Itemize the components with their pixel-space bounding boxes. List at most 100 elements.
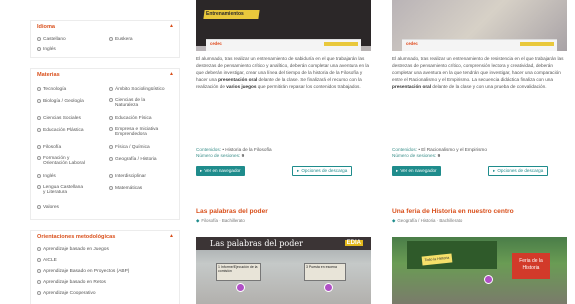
download-options-button[interactable]: ▸ Opciones de descarga <box>488 166 549 176</box>
cover-roof <box>407 241 497 269</box>
filter-option[interactable]: Tecnología <box>37 87 66 92</box>
resource-subject: ◆ Filosofía · Bachillerato <box>196 218 245 223</box>
radio-icon[interactable] <box>37 247 41 252</box>
radio-icon[interactable] <box>109 145 113 150</box>
radio-icon[interactable] <box>109 37 113 42</box>
chevron-right-icon: ▸ <box>297 168 300 173</box>
thumbnail-title: Entrenamientos <box>206 11 244 17</box>
thumbnail-footer: cedec <box>402 39 557 51</box>
radio-icon[interactable] <box>37 87 41 92</box>
filter-option[interactable]: Aprendizaje Basado en Proyectos (ABP) <box>37 269 129 274</box>
view-in-browser-button[interactable]: ▸ Ver en navegador <box>392 166 441 176</box>
filter-sidebar: Idioma ▲ Castellano Euskera Inglés Mater… <box>0 0 180 304</box>
step-marker-icon <box>236 283 245 292</box>
radio-icon[interactable] <box>109 157 113 162</box>
cover-panel: 1 Informe/Ejecución de la comisión <box>216 263 261 281</box>
filter-header-materias[interactable]: Materias ▲ <box>31 69 179 81</box>
filter-header-orientaciones[interactable]: Orientaciones metodológicas ▲ <box>31 231 179 243</box>
radio-icon[interactable] <box>37 156 41 161</box>
filter-option[interactable]: Física / Química <box>109 145 150 150</box>
filter-option[interactable]: Ciencias Sociales <box>37 116 81 121</box>
filter-option[interactable]: Lengua Castellana y Literatura <box>37 185 107 195</box>
filter-option[interactable]: Empresa e Iniciativa Emprendedora <box>109 127 169 137</box>
resource-title[interactable]: Una feria de Historia en nuestro centro <box>392 208 514 215</box>
cover-sign: Feria de la Historia <box>512 253 550 279</box>
thumbnail-yellow-tag <box>520 41 554 46</box>
filter-box-materias: Materias ▲ Tecnología Ámbito Sociolingüí… <box>30 68 180 220</box>
radio-icon[interactable] <box>109 127 113 132</box>
play-icon: ▸ <box>200 168 203 173</box>
radio-icon[interactable] <box>37 37 41 42</box>
filter-title-materias: Materias <box>37 72 60 78</box>
collapse-icon[interactable]: ▲ <box>169 233 174 239</box>
radio-icon[interactable] <box>37 291 41 296</box>
resource-card: Entrenamientos cedec El alumnado, tras r… <box>196 0 371 190</box>
step-marker-icon <box>324 283 333 292</box>
resource-card: Las palabras del poder ◆ Filosofía · Bach… <box>196 208 371 304</box>
filter-option[interactable]: Inglés <box>37 174 56 179</box>
filter-option[interactable]: Inglés <box>37 47 56 52</box>
radio-icon[interactable] <box>37 128 41 133</box>
radio-icon[interactable] <box>109 87 113 92</box>
filter-box-idioma: Idioma ▲ Castellano Euskera Inglés <box>30 20 180 58</box>
radio-icon[interactable] <box>37 269 41 274</box>
resource-thumbnail[interactable]: Entrenamientos cedec <box>196 0 371 51</box>
resource-cover[interactable]: Las palabras del poder EDIA 1 Informe/Ej… <box>196 237 371 304</box>
radio-icon[interactable] <box>37 145 41 150</box>
radio-icon[interactable] <box>37 258 41 263</box>
radio-icon[interactable] <box>37 205 41 210</box>
resource-sessions: Número de sesiones: 9 <box>196 153 245 158</box>
filter-option[interactable]: Euskera <box>109 37 133 42</box>
resource-cover[interactable]: Todo la Historia Feria de la Historia <box>392 237 567 304</box>
brand-logo: cedec <box>406 41 418 46</box>
filter-option[interactable]: Matemáticas <box>109 186 142 191</box>
filter-option[interactable]: AICLE <box>37 258 57 263</box>
radio-icon[interactable] <box>37 174 41 179</box>
filter-option[interactable]: Interdisciplinar <box>109 174 146 179</box>
filter-option[interactable]: Geografía / Historia <box>109 157 157 162</box>
filter-box-orientaciones: Orientaciones metodológicas ▲ Aprendizaj… <box>30 230 180 304</box>
step-marker-icon <box>484 275 493 284</box>
radio-icon[interactable] <box>109 174 113 179</box>
filter-option[interactable]: Formación y Orientación Laboral <box>37 156 107 166</box>
filter-option[interactable]: Filosofía <box>37 145 61 150</box>
filter-title-idioma: Idioma <box>37 24 56 30</box>
tag-icon: ◆ <box>196 218 200 223</box>
filter-option[interactable]: Aprendizaje Cooperativo <box>37 291 96 296</box>
chevron-right-icon: ▸ <box>493 168 496 173</box>
radio-icon[interactable] <box>37 99 41 104</box>
filter-option[interactable]: Aprendizaje basado en Retos <box>37 280 106 285</box>
filter-option[interactable]: Aprendizaje basado en Juegos <box>37 247 109 252</box>
download-options-button[interactable]: ▸ Opciones de descarga <box>292 166 353 176</box>
resource-description: El alumnado, tras realizar un entrenamie… <box>196 56 370 89</box>
radio-icon[interactable] <box>109 186 113 191</box>
radio-icon[interactable] <box>37 280 41 285</box>
radio-icon[interactable] <box>37 116 41 121</box>
filter-option[interactable]: Ámbito Sociolingüístico <box>109 87 165 92</box>
tag-icon: ◆ <box>392 218 396 223</box>
resource-subject: ◆ Geografía / Historia · Bachillerato <box>392 218 463 223</box>
filter-option[interactable]: Biología / Geología <box>37 99 84 104</box>
radio-icon[interactable] <box>37 47 41 52</box>
play-icon: ▸ <box>396 168 399 173</box>
resource-card: cedec El alumnado, tras realizar un entr… <box>392 0 567 190</box>
collapse-icon[interactable]: ▲ <box>169 23 174 29</box>
filter-header-idioma[interactable]: Idioma ▲ <box>31 21 179 33</box>
filter-option[interactable]: Educación Física <box>109 116 152 121</box>
filter-option[interactable]: Educación Plástica <box>37 128 84 133</box>
radio-icon[interactable] <box>109 98 113 103</box>
filter-option[interactable]: Castellano <box>37 37 66 42</box>
cover-title: Las palabras del poder <box>210 239 303 248</box>
resource-title[interactable]: Las palabras del poder <box>196 208 268 215</box>
collapse-icon[interactable]: ▲ <box>169 71 174 77</box>
resource-sessions: Número de sesiones: 9 <box>392 153 441 158</box>
radio-icon[interactable] <box>109 116 113 121</box>
brand-logo: cedec <box>210 41 222 46</box>
resource-thumbnail[interactable]: cedec <box>392 0 567 51</box>
radio-icon[interactable] <box>37 185 41 190</box>
filter-option[interactable]: Ciencias de la Naturaleza <box>109 98 169 108</box>
thumbnail-yellow-tag <box>324 41 358 46</box>
resource-card: Una feria de Historia en nuestro centro … <box>392 208 567 304</box>
filter-option[interactable]: Valores <box>37 205 59 210</box>
view-in-browser-button[interactable]: ▸ Ver en navegador <box>196 166 245 176</box>
